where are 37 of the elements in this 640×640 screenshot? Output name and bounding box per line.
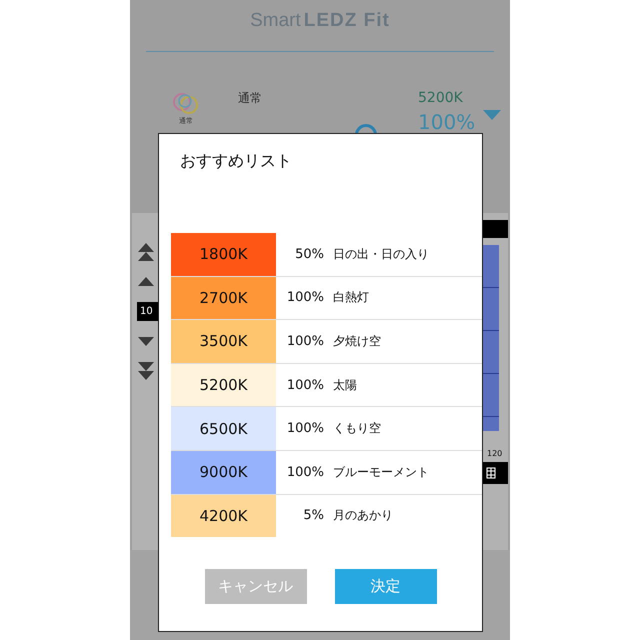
preset-name: 通常	[238, 90, 263, 107]
dialog-title: おすすめリスト	[180, 151, 293, 172]
list-row[interactable]: 2700K 100% 白熱灯	[171, 276, 482, 320]
list-row[interactable]: 5200K 100% 太陽	[171, 364, 482, 408]
color-swatch: 2700K	[171, 276, 276, 320]
axis-label: 120	[487, 449, 502, 458]
scene-name: 白熱灯	[333, 289, 369, 306]
scene-name: ブルーモーメント	[333, 464, 429, 481]
brightness-value: 5%	[302, 508, 324, 524]
list-row[interactable]: 3500K 100% 夕焼け空	[171, 320, 482, 364]
color-swatch: 4200K	[171, 494, 276, 538]
scene-name: 月のあかり	[333, 507, 393, 524]
scene-name: くもり空	[333, 420, 381, 438]
bulbs-icon	[171, 92, 201, 116]
percent-value: 100%	[418, 110, 476, 134]
grid-button[interactable]	[483, 462, 508, 484]
scene-name: 太陽	[333, 376, 357, 394]
color-swatch: 1800K	[171, 233, 276, 276]
color-swatch: 9000K	[171, 450, 276, 494]
kelvin-value: 5200K	[418, 90, 463, 106]
brightness-value: 100%	[286, 421, 324, 436]
brightness-value: 100%	[286, 464, 324, 480]
color-swatch: 6500K	[171, 407, 276, 450]
color-swatch: 5200K	[171, 364, 276, 406]
brightness-value: 50%	[294, 246, 324, 262]
value-label: 10	[137, 302, 158, 321]
list-row[interactable]: 6500K 100% くもり空	[171, 407, 482, 451]
color-swatch: 3500K	[171, 320, 276, 363]
list-row[interactable]: 4200K 5% 月のあかり	[171, 494, 482, 538]
list-row[interactable]: 9000K 100% ブルーモーメント	[171, 450, 482, 495]
list-row[interactable]: 1800K 50% 日の出・日の入り	[171, 233, 482, 277]
scene-name: 日の出・日の入り	[333, 246, 429, 263]
brightness-value: 100%	[286, 290, 324, 306]
scene-name: 夕焼け空	[333, 332, 381, 350]
brightness-value: 100%	[286, 334, 324, 349]
grid-icon	[486, 467, 496, 479]
brightness-value: 100%	[286, 378, 324, 393]
